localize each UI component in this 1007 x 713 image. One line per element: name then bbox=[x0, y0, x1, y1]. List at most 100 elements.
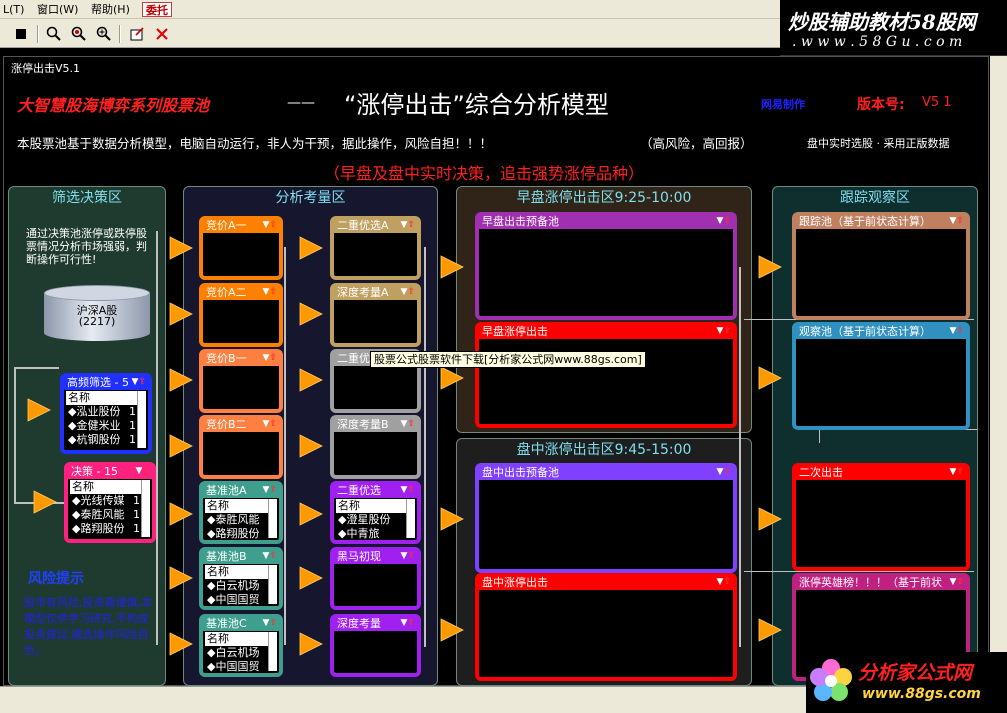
pool-title: 早盘出击预备池 ▼⇧ bbox=[479, 214, 733, 229]
pool-title: 观察池（基于前状态计算） ▼⇧ bbox=[796, 324, 966, 339]
list-scrollbar[interactable] bbox=[268, 499, 277, 538]
pool-juece-title: 决策 - 15 ▼⇧ bbox=[68, 464, 152, 479]
pool-heima[interactable]: 黑马初现 ▼⇧ bbox=[330, 547, 421, 610]
pool-zaopan-pre[interactable]: 早盘出击预备池 ▼⇧ bbox=[475, 212, 737, 320]
list-scrollbar[interactable] bbox=[268, 632, 277, 671]
watermark-url: www.88gs.com bbox=[862, 686, 981, 702]
pool-title: 深度考量 ▼⇧ bbox=[334, 616, 417, 631]
pool-title: 竞价A二 ▼⇧ bbox=[203, 285, 279, 300]
menu-bar: L(T) 窗口(W) 帮助(H) 委托 bbox=[0, 0, 780, 19]
menu-item-l[interactable]: L(T) bbox=[0, 2, 27, 17]
list-item[interactable]: ◆中青旅 bbox=[336, 527, 415, 541]
pool-gaopin-title: 高频筛选 - 5 ▼⇧ bbox=[64, 375, 148, 390]
pool-erchong[interactable]: 二重优选 ▼⇧ 名称 ◆澄星股份 ◆中青旅 bbox=[330, 481, 421, 544]
zoom-icon[interactable] bbox=[93, 23, 115, 44]
pool-jizhun-c[interactable]: 基准池C ▼⇧ 名称 ◆白云机场 ◆中国国贸 bbox=[199, 614, 283, 677]
pool-title: 黑马初现 ▼⇧ bbox=[334, 549, 417, 564]
toolbar-separator bbox=[119, 25, 121, 43]
pool-title: 竞价A一 ▼⇧ bbox=[203, 218, 279, 233]
pool-list[interactable]: 名称 ◆白云机场 ◆中国国贸 bbox=[205, 632, 277, 674]
pool-erchong-a[interactable]: 二重优选A ▼⇧ bbox=[330, 216, 421, 280]
list-item[interactable]: ◆澄星股份 bbox=[336, 513, 415, 527]
menu-item-help[interactable]: 帮助(H) bbox=[88, 2, 133, 17]
window-icon[interactable] bbox=[126, 23, 148, 44]
watermark-line1: 炒股辅助教材58股网 bbox=[788, 10, 976, 34]
pool-jingjia-a1[interactable]: 竞价A一 ▼⇧ bbox=[199, 216, 283, 280]
pool-zaopan-zt[interactable]: 早盘涨停出击 ▼⇧ bbox=[475, 322, 737, 428]
list-item[interactable]: ◆路翔股份 1 bbox=[70, 522, 150, 536]
screen-note: 通过决策池涨停或跌停股票情况分析市场强弱，判断操作可行性! bbox=[26, 227, 147, 266]
warning-text: 股市有风险,投资需谨慎,本模型仅供学习研究,不构成投资建议,据此操作风险自负。 bbox=[24, 596, 152, 657]
list-item[interactable]: ◆光线传媒 1 bbox=[70, 494, 150, 508]
list-header: 名称 bbox=[205, 565, 268, 579]
close-icon[interactable] bbox=[151, 23, 173, 44]
pool-title: 深度考量A ▼⇧ bbox=[334, 285, 417, 300]
pool-juece[interactable]: 决策 - 15 ▼⇧ 名称 ◆光线传媒 1 ◆泰胜风能 1 ◆路翔股份 1 bbox=[64, 462, 156, 543]
watermark-bottom: 分析家公式网 www.88gs.com bbox=[806, 652, 1007, 713]
pool-title: 基准池C ▼⇧ bbox=[203, 616, 279, 631]
pool-jingjia-a2[interactable]: 竞价A二 ▼⇧ bbox=[199, 283, 283, 347]
list-item[interactable]: ◆中国国贸 bbox=[205, 660, 277, 674]
list-scrollbar[interactable] bbox=[406, 499, 415, 538]
list-item[interactable]: ◆金健米业 1 bbox=[66, 419, 146, 433]
pool-list[interactable]: 名称 ◆白云机场 ◆中国国贸 bbox=[205, 565, 277, 607]
list-item[interactable]: ◆泰胜风能 1 bbox=[70, 508, 150, 522]
pool-list[interactable]: 名称 ◆泰胜风能 ◆路翔股份 bbox=[205, 499, 277, 541]
pool-panzhong-pre[interactable]: 盘中出击预备池 ▼⇧ bbox=[475, 463, 737, 573]
list-scrollbar[interactable] bbox=[141, 480, 150, 537]
warning-title: 风险提示 bbox=[28, 571, 84, 587]
pool-panzhong-zt[interactable]: 盘中涨停出击 ▼⇧ bbox=[475, 573, 737, 681]
pool-title: 深度考量B ▼⇧ bbox=[334, 417, 417, 432]
list-item[interactable]: ◆泰胜风能 bbox=[205, 513, 277, 527]
pool-erci[interactable]: 二次出击 ▼⇧ bbox=[792, 463, 970, 571]
toolbar bbox=[0, 19, 780, 48]
pool-shendu-b[interactable]: 深度考量B ▼⇧ bbox=[330, 415, 421, 479]
pool-jizhun-b[interactable]: 基准池B ▼⇧ 名称 ◆白云机场 ◆中国国贸 bbox=[199, 547, 283, 610]
list-item[interactable]: ◆白云机场 bbox=[205, 646, 277, 660]
menu-item-trade[interactable]: 委托 bbox=[142, 2, 172, 17]
pool-gaopin[interactable]: 高频筛选 - 5 ▼⇧ 名称 ◆泓业股份 1 ◆金健米业 1 ◆杭钢股份 1 bbox=[60, 373, 152, 454]
list-scrollbar[interactable] bbox=[137, 391, 146, 448]
flower-logo-icon bbox=[810, 659, 852, 701]
pool-list[interactable]: 名称 ◆澄星股份 ◆中青旅 bbox=[336, 499, 415, 541]
pool-genzong[interactable]: 跟踪池（基于前状态计算） ▼⇧ bbox=[792, 212, 970, 320]
pool-title: 二次出击 ▼⇧ bbox=[796, 465, 966, 480]
watermark-top: 炒股辅助教材58股网 . w w w . 5 8 G u . c o m bbox=[780, 0, 1007, 56]
pool-title: 跟踪池（基于前状态计算） ▼⇧ bbox=[796, 214, 966, 229]
pool-guancha[interactable]: 观察池（基于前状态计算） ▼⇧ bbox=[792, 322, 970, 430]
right-scrollbar[interactable] bbox=[990, 56, 1007, 713]
pool-gaopin-list[interactable]: 名称 ◆泓业股份 1 ◆金健米业 1 ◆杭钢股份 1 bbox=[66, 391, 146, 448]
pool-title: 竞价B二 ▼⇧ bbox=[203, 417, 279, 432]
pool-title: 二重优选 ▼⇧ bbox=[334, 483, 417, 498]
watermark-line2: . w w w . 5 8 G u . c o m bbox=[792, 34, 963, 50]
list-item[interactable]: ◆白云机场 bbox=[205, 579, 277, 593]
list-item[interactable]: ◆路翔股份 bbox=[205, 527, 277, 541]
pool-title: 二重优选A ▼⇧ bbox=[334, 218, 417, 233]
find-icon[interactable] bbox=[43, 23, 65, 44]
pool-jingjia-b2[interactable]: 竞价B二 ▼⇧ bbox=[199, 415, 283, 479]
hs-pool-cylinder[interactable]: 沪深A股 (2217) bbox=[44, 285, 150, 341]
list-header: 名称 bbox=[205, 632, 268, 646]
pool-juece-list[interactable]: 名称 ◆光线传媒 1 ◆泰胜风能 1 ◆路翔股份 1 bbox=[70, 480, 150, 537]
pool-title: 基准池A ▼⇧ bbox=[203, 483, 279, 498]
pool-title: 基准池B ▼⇧ bbox=[203, 549, 279, 564]
list-scrollbar[interactable] bbox=[268, 565, 277, 604]
list-item[interactable]: ◆中国国贸 bbox=[205, 593, 277, 607]
pool-jizhun-a[interactable]: 基准池A ▼⇧ 名称 ◆泰胜风能 ◆路翔股份 bbox=[199, 481, 283, 544]
toolbar-separator bbox=[37, 25, 39, 43]
refresh-search-icon[interactable] bbox=[68, 23, 90, 44]
pool-shendu[interactable]: 深度考量 ▼⇧ bbox=[330, 614, 421, 677]
pool-shendu-a[interactable]: 深度考量A ▼⇧ bbox=[330, 283, 421, 347]
watermark-brand: 分析家公式网 bbox=[858, 662, 973, 684]
list-header: 名称 bbox=[336, 499, 406, 513]
hs-pool-count: (2217) bbox=[78, 315, 116, 328]
pool-title: 早盘涨停出击 ▼⇧ bbox=[479, 324, 733, 339]
stop-icon[interactable] bbox=[10, 23, 32, 44]
pool-title: 盘中涨停出击 ▼⇧ bbox=[479, 575, 733, 590]
list-header: 名称 bbox=[66, 391, 137, 405]
menu-item-window[interactable]: 窗口(W) bbox=[34, 2, 81, 17]
pool-jingjia-b1[interactable]: 竞价B一 ▼⇧ bbox=[199, 349, 283, 413]
list-item[interactable]: ◆杭钢股份 1 bbox=[66, 433, 146, 447]
list-item[interactable]: ◆泓业股份 1 bbox=[66, 405, 146, 419]
pool-title: 涨停英雄榜！！！（基于前状 ▼⇧ bbox=[796, 575, 966, 590]
